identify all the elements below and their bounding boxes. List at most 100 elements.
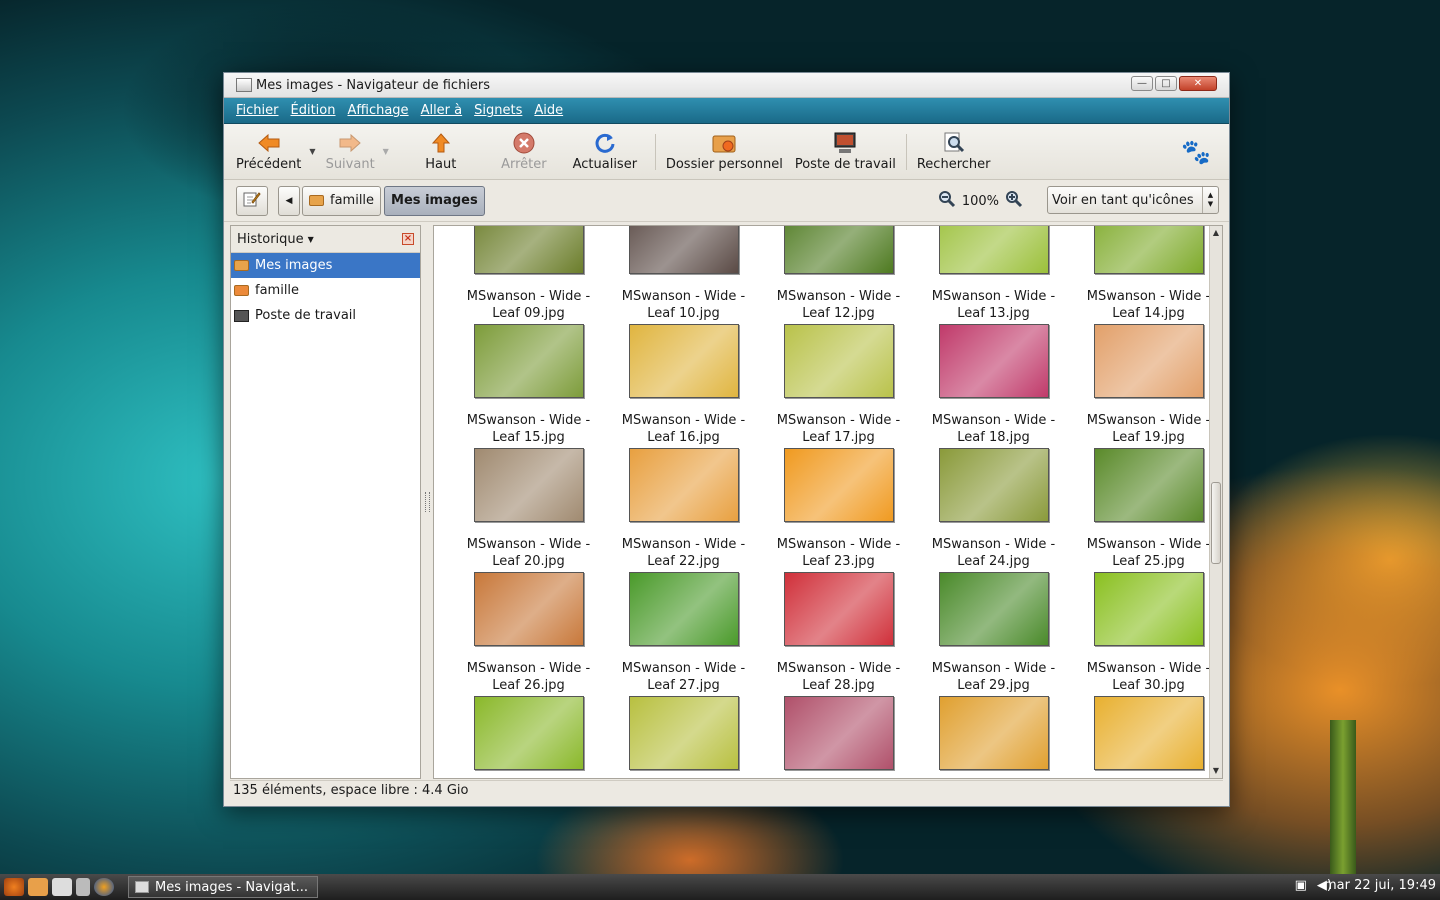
file-tile[interactable]: MSwanson - Wide - Leaf 18.jpg bbox=[916, 322, 1071, 446]
search-label: Rechercher bbox=[916, 156, 991, 172]
clock[interactable]: mar 22 jui, 19:49 bbox=[1324, 878, 1436, 893]
path-scroll-left-button[interactable]: ◀ bbox=[278, 185, 300, 216]
home-folder-icon bbox=[234, 285, 249, 296]
file-tile[interactable]: MSwanson - Wide - Leaf 22.jpg bbox=[606, 446, 761, 570]
file-manager-icon bbox=[135, 881, 149, 893]
file-tile[interactable]: MSwanson - Wide - Leaf 14.jpg bbox=[1071, 226, 1222, 322]
history-item-poste-de-travail[interactable]: Poste de travail bbox=[231, 303, 420, 328]
firefox-launcher-icon[interactable] bbox=[94, 878, 114, 896]
file-tile[interactable]: MSwanson - Wide - Leaf 12.jpg bbox=[761, 226, 916, 322]
file-tile[interactable]: MSwanson - Wide - Leaf 20.jpg bbox=[451, 446, 606, 570]
scroll-down-icon[interactable]: ▼ bbox=[1210, 764, 1222, 778]
search-button[interactable]: Rechercher bbox=[911, 126, 997, 178]
path-button-mes-images[interactable]: Mes images bbox=[384, 185, 485, 216]
file-tile[interactable]: MSwanson - Wide - Leaf 24.jpg bbox=[916, 446, 1071, 570]
file-name: MSwanson - Wide - Leaf 17.jpg bbox=[764, 412, 914, 446]
toggle-location-entry-button[interactable] bbox=[236, 185, 268, 216]
file-name-line1: MSwanson - Wide - bbox=[466, 661, 591, 676]
file-tile[interactable]: MSwanson - Wide - Leaf 10.jpg bbox=[606, 226, 761, 322]
vertical-scrollbar[interactable]: ▲ ▼ bbox=[1209, 226, 1222, 778]
forward-history-dropdown-icon[interactable]: ▼ bbox=[383, 147, 389, 156]
network-icon[interactable]: ▣ bbox=[1295, 878, 1307, 893]
image-thumbnail bbox=[628, 226, 739, 274]
back-history-dropdown-icon[interactable]: ▼ bbox=[309, 147, 315, 156]
file-tile[interactable]: MSwanson - Wide - Leaf 09.jpg bbox=[451, 226, 606, 322]
file-name: MSwanson - Wide - Leaf 23.jpg bbox=[764, 536, 914, 570]
view-mode-select[interactable]: Voir en tant qu'icônes ▲ ▼ bbox=[1047, 186, 1219, 214]
mail-launcher-icon[interactable] bbox=[52, 878, 72, 896]
up-button[interactable]: Haut bbox=[393, 126, 489, 178]
minimize-button[interactable]: — bbox=[1131, 76, 1153, 91]
back-button[interactable]: Précédent bbox=[230, 126, 307, 178]
image-thumbnail bbox=[1093, 448, 1204, 522]
scrollbar-thumb[interactable] bbox=[1211, 482, 1221, 564]
image-thumbnail bbox=[473, 448, 584, 522]
file-name-line1: MSwanson - Wide - bbox=[466, 537, 591, 552]
image-thumbnail bbox=[783, 324, 894, 398]
menu-signets[interactable]: Signets bbox=[474, 103, 522, 118]
terminal-launcher-icon[interactable] bbox=[76, 878, 90, 896]
path-button-famille[interactable]: famille bbox=[302, 185, 382, 216]
file-manager-window: Mes images - Navigateur de fichiers — □ … bbox=[223, 72, 1230, 807]
file-name-line1: MSwanson - Wide - bbox=[931, 537, 1056, 552]
file-name-line2: Leaf 28.jpg bbox=[802, 678, 875, 693]
search-icon bbox=[943, 132, 965, 154]
file-manager-icon bbox=[236, 78, 252, 92]
menu-aide[interactable]: Aide bbox=[534, 103, 563, 118]
file-name-line1: MSwanson - Wide - bbox=[776, 537, 901, 552]
zoom-in-icon[interactable] bbox=[1005, 190, 1023, 212]
file-tile[interactable]: MSwanson - Wide - Leaf 30.jpg bbox=[1071, 570, 1222, 694]
history-item-mes-images[interactable]: Mes images bbox=[231, 253, 420, 278]
menu-edition[interactable]: Édition bbox=[291, 103, 336, 118]
file-tile[interactable]: MSwanson - Wide - Leaf 17.jpg bbox=[761, 322, 916, 446]
image-thumbnail bbox=[938, 226, 1049, 274]
file-tile[interactable]: MSwanson - Wide - Leaf 13.jpg bbox=[916, 226, 1071, 322]
file-name: MSwanson - Wide - Leaf 26.jpg bbox=[454, 660, 604, 694]
history-item-label: Mes images bbox=[255, 258, 333, 273]
maximize-button[interactable]: □ bbox=[1155, 76, 1177, 91]
forward-arrow-icon bbox=[339, 132, 361, 154]
file-tile[interactable]: MSwanson - Wide - bbox=[606, 694, 761, 778]
home-folder-launcher-icon[interactable] bbox=[28, 878, 48, 896]
ubuntu-menu-icon[interactable] bbox=[4, 878, 24, 896]
stop-button[interactable]: Arrêter bbox=[489, 126, 559, 178]
file-name-line1: MSwanson - Wide - bbox=[931, 413, 1056, 428]
taskbar-window-button[interactable]: Mes images - Navigat... bbox=[128, 876, 318, 898]
computer-icon bbox=[833, 132, 857, 154]
menu-aller-a[interactable]: Aller à bbox=[421, 103, 463, 118]
file-tile[interactable]: MSwanson - Wide - Leaf 15.jpg bbox=[451, 322, 606, 446]
file-tile[interactable]: MSwanson - Wide - Leaf 19.jpg bbox=[1071, 322, 1222, 446]
file-tile[interactable]: MSwanson - Wide - Leaf 25.jpg bbox=[1071, 446, 1222, 570]
menu-fichier[interactable]: Fichier bbox=[236, 103, 279, 118]
computer-button[interactable]: Poste de travail bbox=[789, 126, 902, 178]
file-tile[interactable]: MSwanson - Wide - Leaf 23.jpg bbox=[761, 446, 916, 570]
file-tile[interactable]: MSwanson - Wide - Leaf 29.jpg bbox=[916, 570, 1071, 694]
image-thumbnail bbox=[473, 324, 584, 398]
close-button[interactable]: ✕ bbox=[1179, 76, 1217, 91]
file-name-line1: MSwanson - Wide - bbox=[931, 289, 1056, 304]
file-tile[interactable]: MSwanson - Wide - bbox=[916, 694, 1071, 778]
file-tile[interactable]: MSwanson - Wide - Leaf 28.jpg bbox=[761, 570, 916, 694]
close-icon[interactable]: × bbox=[402, 233, 414, 245]
title-bar[interactable]: Mes images - Navigateur de fichiers — □ … bbox=[224, 73, 1229, 98]
pane-splitter[interactable] bbox=[421, 225, 433, 779]
side-pane-header[interactable]: Historique ▼ bbox=[231, 226, 420, 253]
forward-button[interactable]: Suivant bbox=[320, 126, 381, 178]
zoom-out-icon[interactable] bbox=[938, 190, 956, 212]
home-button[interactable]: Dossier personnel bbox=[660, 126, 789, 178]
zoom-level[interactable]: 100% bbox=[962, 194, 999, 209]
side-pane-title: Historique bbox=[237, 231, 304, 247]
history-item-famille[interactable]: famille bbox=[231, 278, 420, 303]
image-thumbnail bbox=[938, 324, 1049, 398]
file-tile[interactable]: MSwanson - Wide - Leaf 26.jpg bbox=[451, 570, 606, 694]
file-tile[interactable]: MSwanson - Wide - Leaf 16.jpg bbox=[606, 322, 761, 446]
file-tile[interactable]: MSwanson - Wide - bbox=[761, 694, 916, 778]
file-tile[interactable]: MSwanson - Wide - bbox=[451, 694, 606, 778]
edit-location-icon bbox=[243, 191, 261, 211]
reload-button[interactable]: Actualiser bbox=[559, 126, 651, 178]
menu-affichage[interactable]: Affichage bbox=[347, 103, 408, 118]
file-tile[interactable]: MSwanson - Wide - Leaf 27.jpg bbox=[606, 570, 761, 694]
scroll-up-icon[interactable]: ▲ bbox=[1210, 226, 1222, 240]
file-tile[interactable]: MSwanson - Wide - bbox=[1071, 694, 1222, 778]
home-folder-icon bbox=[309, 195, 324, 206]
